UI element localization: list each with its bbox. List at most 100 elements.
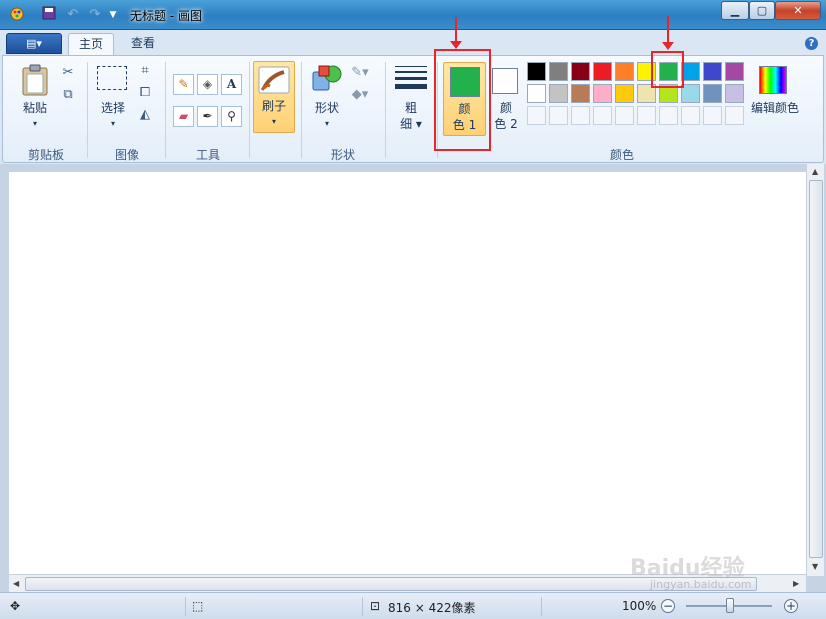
edit-colors-label: 编辑颜色 [750,101,799,115]
custom-color-slot[interactable] [615,106,634,125]
magnifier-icon[interactable]: ⚲ [221,106,242,127]
tab-home[interactable]: 主页 [68,33,115,56]
palette-swatch[interactable] [527,62,546,81]
color2-button[interactable]: 颜 色 2 [489,62,523,136]
zoom-slider-thumb[interactable] [726,598,734,613]
select-dropdown-icon[interactable]: ▾ [93,116,133,132]
paste-dropdown-icon[interactable]: ▾ [17,116,53,132]
close-button[interactable]: ✕ [775,1,821,20]
palette-swatch[interactable] [549,84,568,103]
brushes-button[interactable]: 刷子 ▾ [253,61,295,133]
brush-icon [258,66,290,94]
palette-swatch[interactable] [571,62,590,81]
maximize-button[interactable]: ▢ [749,1,775,20]
line-size-icon [395,66,427,89]
vertical-scrollbar[interactable]: ▲ ▼ [806,164,824,576]
color2-label-line2: 色 2 [494,117,518,131]
zoom-in-icon[interactable]: + [784,599,798,613]
palette-swatch[interactable] [593,84,612,103]
scroll-left-icon[interactable]: ◀ [13,579,19,588]
shapes-dropdown-icon[interactable]: ▾ [307,116,347,132]
custom-color-slot[interactable] [593,106,612,125]
outline-icon[interactable]: ✎▾ [351,64,369,82]
app-menu-button[interactable]: ▤▾ [6,33,62,54]
color2-label-line1: 颜 [499,101,512,115]
copy-icon[interactable]: ⧉ [59,86,77,104]
customize-toolbar-icon[interactable]: ▼ [104,6,122,24]
vertical-scroll-thumb[interactable] [809,180,823,558]
selection-size-icon: ⬚ [192,599,204,613]
undo-icon[interactable]: ↶ [64,6,82,24]
scroll-right-icon[interactable]: ▶ [793,579,799,588]
workspace [0,164,826,592]
size-button[interactable]: 粗 细 ▾ [391,62,431,134]
scroll-up-icon[interactable]: ▲ [812,167,818,176]
custom-color-slot[interactable] [703,106,722,125]
custom-color-slot[interactable] [527,106,546,125]
scroll-down-icon[interactable]: ▼ [812,562,818,571]
custom-color-slot[interactable] [681,106,700,125]
group-divider [165,62,166,158]
brushes-label: 刷子 [261,99,286,113]
color-palette [527,62,747,128]
palette-swatch[interactable] [725,84,744,103]
clipboard-group-label: 剪贴板 [27,148,64,162]
custom-color-slot[interactable] [659,106,678,125]
drawing-canvas[interactable] [9,172,806,576]
group-divider [249,62,250,158]
image-group-label: 图像 [114,148,139,162]
palette-swatch[interactable] [703,62,722,81]
baidu-watermark-url: jingyan.baidu.com [650,578,752,591]
color-picker-icon[interactable]: ✒ [197,106,218,127]
resize-icon[interactable]: ⧠ [136,84,154,102]
image-size-icon: ⊡ [370,599,381,613]
size-label-line2: 细 ▾ [400,117,422,131]
crop-icon[interactable]: ⌗ [136,62,154,80]
palette-swatch[interactable] [615,84,634,103]
custom-color-slot[interactable] [571,106,590,125]
ribbon-tab-row: ▤▾ 主页 查看 ? [0,30,826,56]
palette-swatch[interactable] [725,62,744,81]
pencil-icon[interactable]: ✎ [173,74,194,95]
title-bar: ↶ ↷ ▼ 无标题 - 画图 ▁ ▢ ✕ [0,0,826,30]
redo-icon[interactable]: ↷ [86,6,104,24]
shapes-label: 形状 [314,101,339,115]
tools-group-label: 工具 [195,148,220,162]
window-title: 无标题 - 画图 [130,9,202,23]
custom-color-slot[interactable] [637,106,656,125]
eraser-icon[interactable]: ▰ [173,106,194,127]
group-divider [87,62,88,158]
custom-color-slot[interactable] [549,106,568,125]
edit-colors-button[interactable]: 编辑颜色 [749,62,801,134]
rotate-icon[interactable]: ◭ [136,106,154,124]
select-button[interactable]: 选择 ▾ [93,62,133,134]
minimize-button[interactable]: ▁ [721,1,749,20]
shapes-icon [312,65,342,91]
fill-icon[interactable]: ◆▾ [351,86,369,104]
palette-swatch[interactable] [703,84,722,103]
highlight-box-green [651,51,684,88]
group-divider [385,62,386,158]
fill-bucket-icon[interactable]: ◈ [197,74,218,95]
zoom-out-icon[interactable]: − [661,599,675,613]
highlight-box-color1 [434,49,491,151]
help-icon[interactable]: ? [805,37,818,50]
custom-color-slot[interactable] [725,106,744,125]
brushes-dropdown-icon[interactable]: ▾ [254,114,294,130]
palette-swatch[interactable] [549,62,568,81]
palette-swatch[interactable] [571,84,590,103]
paste-label: 粘贴 [22,101,47,115]
paint-app-icon[interactable] [8,6,26,24]
palette-swatch[interactable] [593,62,612,81]
save-icon[interactable] [40,6,58,24]
colors-group-label: 颜色 [609,148,634,162]
shapes-button[interactable]: 形状 ▾ [307,62,347,134]
rainbow-icon [759,66,787,94]
paste-button[interactable]: 粘贴 ▾ [15,62,55,134]
annotation-arrow [450,17,462,49]
cut-icon[interactable]: ✂ [59,64,77,82]
text-tool-icon[interactable]: A [221,74,242,95]
palette-swatch[interactable] [615,62,634,81]
palette-swatch[interactable] [527,84,546,103]
tab-view[interactable]: 查看 [121,33,165,56]
